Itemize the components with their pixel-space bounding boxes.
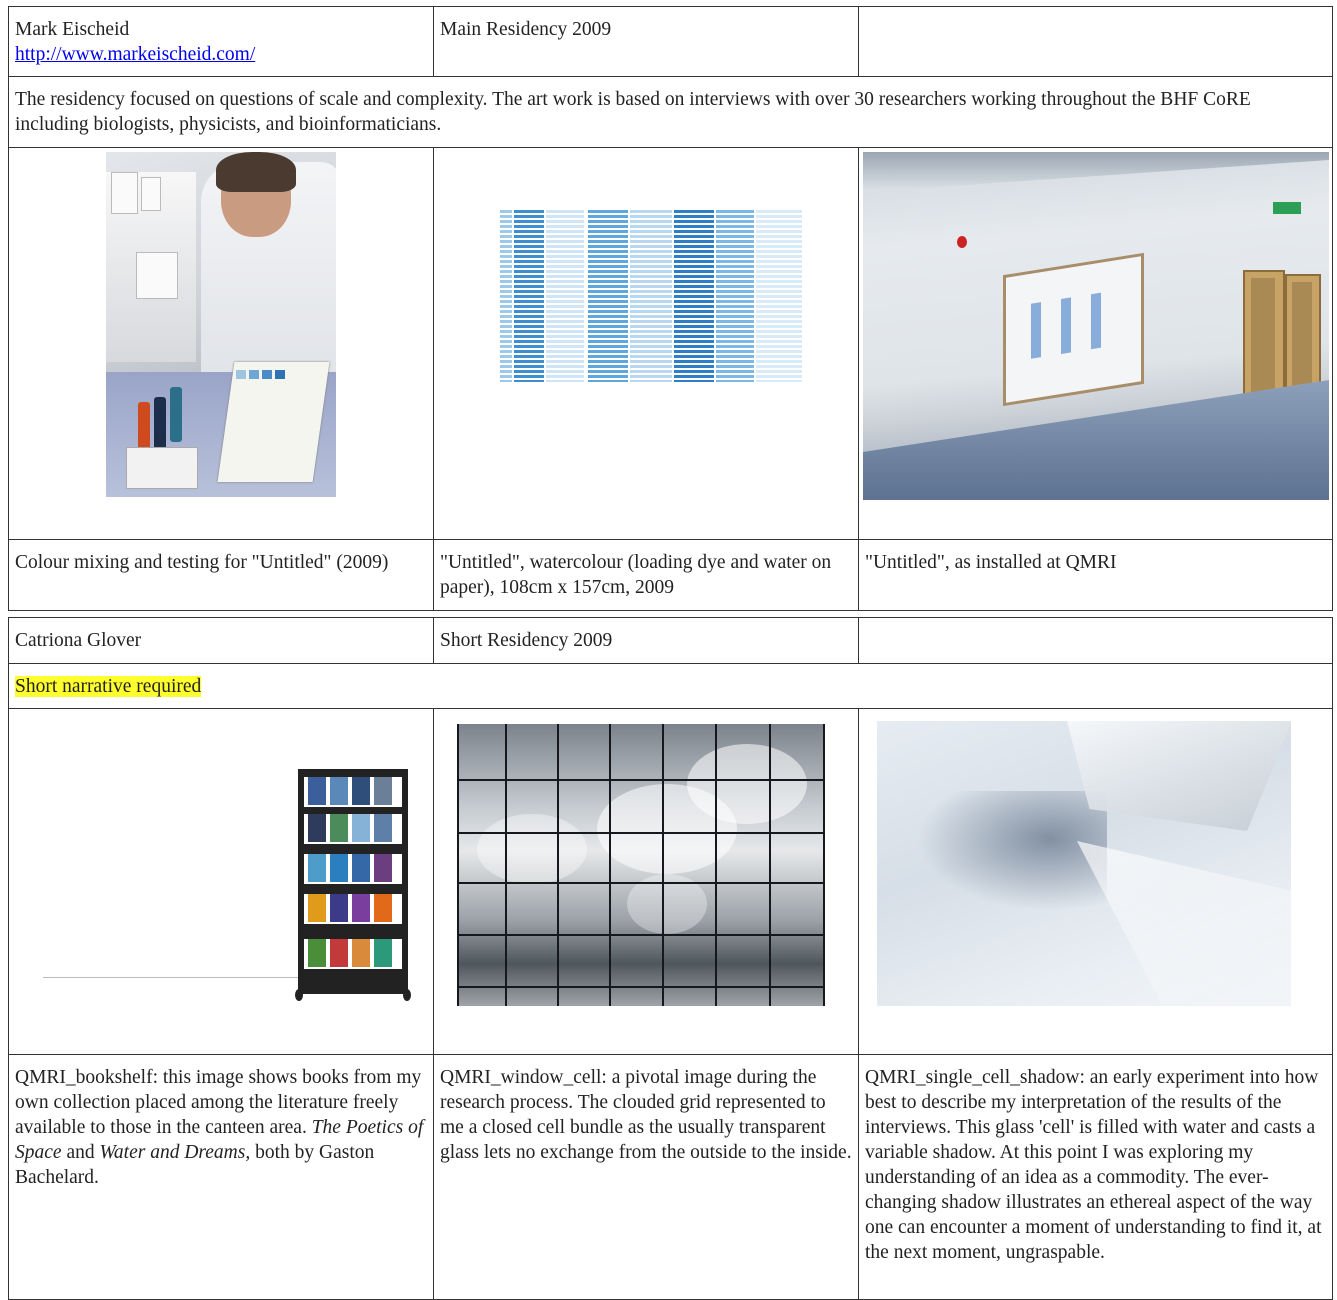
artist-name: Mark Eischeid [15, 19, 130, 40]
caption-installed: "Untitled", as installed at QMRI [865, 552, 1117, 573]
artist-cell: Mark Eischeid http://www.markeischeid.co… [8, 6, 434, 77]
image-cell-bookshelf [8, 708, 434, 1055]
book-title-water-dreams: Water and Dreams, [99, 1142, 251, 1163]
residency-description: The residency focused on questions of sc… [15, 89, 1251, 135]
artist-website-link[interactable]: http://www.markeischeid.com/ [15, 44, 255, 65]
residency-cell: Short Residency 2009 [433, 617, 859, 664]
image-cell-lab [8, 147, 434, 540]
narrative-cell: Short narrative required [8, 663, 1333, 709]
mark-eischeid-table: Mark Eischeid http://www.markeischeid.co… [8, 6, 1333, 611]
caption-window-cell: QMRI_window_cell: a pivotal image during… [440, 1067, 852, 1163]
caption-cell-2: "Untitled", watercolour (loading dye and… [433, 539, 859, 611]
caption-untitled-watercolour: "Untitled", watercolour (loading dye and… [440, 552, 832, 598]
artist-name: Catriona Glover [15, 630, 142, 651]
empty-cell [858, 617, 1333, 664]
description-cell: The residency focused on questions of sc… [8, 76, 1333, 148]
caption-bookshelf: QMRI_bookshelf: this image shows books f… [15, 1067, 424, 1188]
caption-single-cell-shadow: QMRI_single_cell_shadow: an early experi… [865, 1067, 1322, 1263]
residency-cell: Main Residency 2009 [433, 6, 859, 77]
single-cell-shadow-photo [877, 721, 1291, 1006]
window-cell-photo [457, 724, 825, 1006]
image-cell-installation [858, 147, 1333, 540]
image-cell-shadow [858, 708, 1333, 1055]
residency-label: Main Residency 2009 [440, 19, 612, 40]
image-cell-window [433, 708, 859, 1055]
watercolour-artwork [500, 210, 802, 382]
caption-cell-2: QMRI_window_cell: a pivotal image during… [433, 1054, 859, 1300]
catriona-glover-table: Catriona Glover Short Residency 2009 Sho… [8, 617, 1333, 1300]
caption-cell-3: QMRI_single_cell_shadow: an early experi… [858, 1054, 1333, 1300]
caption-colour-mixing: Colour mixing and testing for "Untitled"… [15, 552, 389, 573]
caption-cell-3: "Untitled", as installed at QMRI [858, 539, 1333, 611]
caption-cell-1: Colour mixing and testing for "Untitled"… [8, 539, 434, 611]
lab-photo [106, 152, 336, 497]
caption-cell-1: QMRI_bookshelf: this image shows books f… [8, 1054, 434, 1300]
residency-label: Short Residency 2009 [440, 630, 613, 651]
installation-photo [863, 152, 1329, 500]
artist-cell: Catriona Glover [8, 617, 434, 664]
narrative-required-highlight: Short narrative required [15, 676, 202, 697]
empty-cell [858, 6, 1333, 77]
image-cell-watercolour [433, 147, 859, 540]
bookshelf-photo [43, 724, 413, 1004]
